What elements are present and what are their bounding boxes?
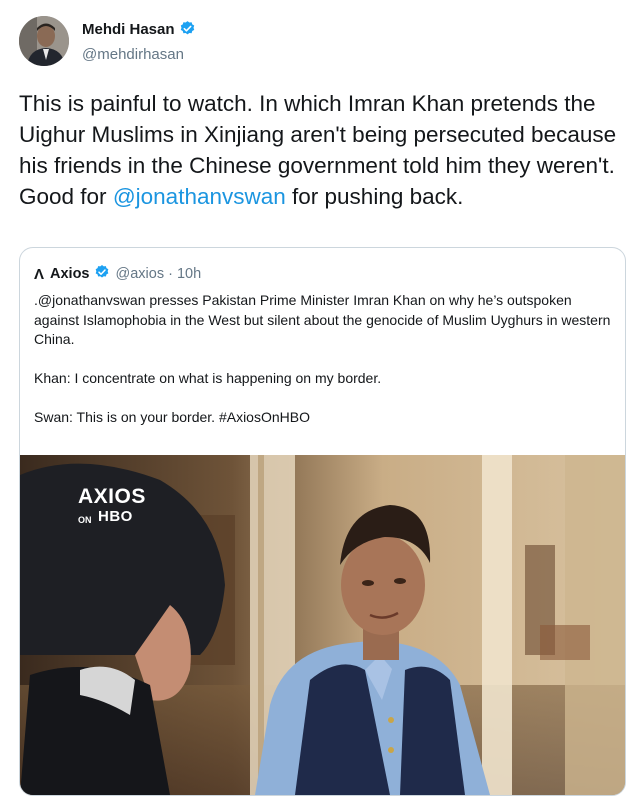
author-block: Mehdi Hasan @mehdirhasan (82, 20, 196, 63)
watermark-hbo: HBO (98, 508, 133, 525)
verified-badge-icon (94, 264, 110, 284)
watermark-axios: AXIOS (78, 485, 146, 508)
quoted-handle[interactable]: @axios (116, 266, 165, 282)
author-handle[interactable]: @mehdirhasan (82, 46, 196, 63)
meta-separator: · (168, 266, 173, 282)
quoted-header: Λ Axios @axios · 10h (34, 264, 201, 284)
quoted-video-thumbnail[interactable]: AXIOS ON HBO (20, 455, 625, 795)
author-name[interactable]: Mehdi Hasan (82, 21, 175, 38)
tweet-text: This is painful to watch. In which Imran… (19, 88, 631, 212)
quoted-text: .@jonathanvswan presses Pakistan Prime M… (34, 291, 614, 447)
quoted-author-name[interactable]: Axios (50, 266, 90, 282)
mention-link[interactable]: @jonathanvswan (113, 184, 286, 209)
quoted-timestamp[interactable]: 10h (177, 266, 201, 282)
quoted-paragraph: Swan: This is on your border. #AxiosOnHB… (34, 409, 310, 425)
author-avatar[interactable] (19, 16, 69, 66)
verified-badge-icon (179, 20, 196, 42)
watermark-on: ON (78, 515, 92, 525)
quoted-paragraph: .@jonathanvswan presses Pakistan Prime M… (34, 292, 611, 347)
avatar-photo (19, 16, 69, 66)
axios-on-hbo-watermark: AXIOS ON HBO (78, 485, 146, 525)
tweet-text-part: for pushing back. (285, 184, 464, 209)
quoted-paragraph: Khan: I concentrate on what is happening… (34, 370, 382, 386)
axios-logo-icon: Λ (34, 265, 45, 283)
tweet: Mehdi Hasan @mehdirhasan This is painful… (0, 0, 640, 808)
quoted-tweet[interactable]: Λ Axios @axios · 10h .@jonathanvswan pre… (19, 247, 626, 796)
